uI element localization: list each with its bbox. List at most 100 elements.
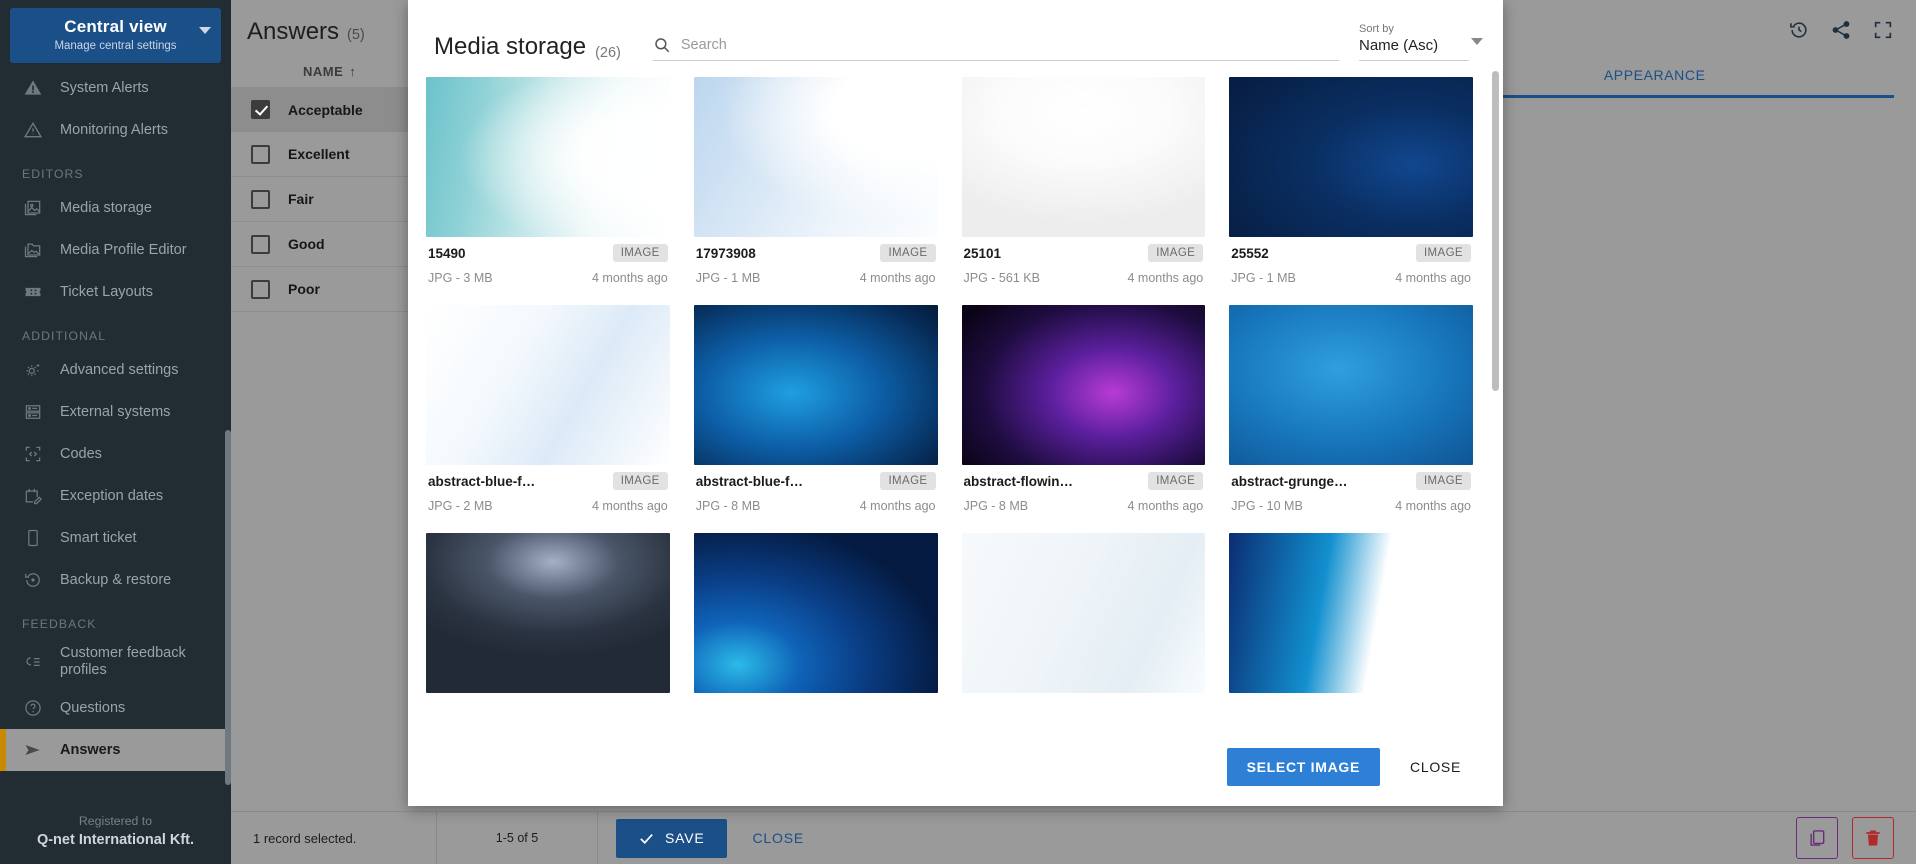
dialog-close-button[interactable]: CLOSE [1394,748,1477,786]
sidebar-item-label: Customer feedback profiles [60,645,186,678]
sidebar-item-questions[interactable]: Questions [0,687,231,729]
dialog-item-count: (26) [595,45,621,61]
save-button-label: SAVE [665,830,705,846]
sidebar-item-ticket-layouts[interactable]: Ticket Layouts [0,271,231,313]
sidebar-item-external-systems[interactable]: External systems [0,391,231,433]
sidebar-item-label: Exception dates [60,487,164,504]
sidebar-item-system-alerts[interactable]: System Alerts [0,67,231,109]
media-card[interactable]: 25101 IMAGE JPG - 561 KB 4 months ago [961,77,1206,285]
trash-icon [1866,830,1880,846]
media-type-badge: IMAGE [880,244,936,262]
image-stack-icon [22,197,44,219]
row-checkbox[interactable] [251,144,270,164]
row-label: Excellent [288,146,350,162]
media-card[interactable]: 17973908 IMAGE JPG - 1 MB 4 months ago [693,77,938,285]
table-row[interactable]: Fair [231,177,436,222]
media-card-meta: 25101 IMAGE JPG - 561 KB 4 months ago [962,237,1206,285]
row-checkbox[interactable] [251,100,270,119]
media-thumbnail [961,533,1206,693]
fullscreen-icon[interactable] [1872,19,1894,41]
table-row[interactable]: Poor [231,267,436,312]
mobile-icon [22,527,44,549]
sidebar-item-customer-feedback-profiles[interactable]: Customer feedback profiles [0,637,231,687]
sidebar-item-smart-ticket[interactable]: Smart ticket [0,517,231,559]
table-row[interactable]: Acceptable [231,87,436,132]
sidebar-item-label: Questions [60,699,126,716]
sidebar-item-label: Ticket Layouts [60,283,153,300]
media-type-badge: IMAGE [612,244,668,262]
select-image-button[interactable]: SELECT IMAGE [1226,748,1381,786]
media-card[interactable]: abstract-blue-f… IMAGE JPG - 8 MB 4 mont… [693,305,938,513]
media-card[interactable] [426,533,670,693]
share-icon[interactable] [1830,19,1852,41]
row-checkbox[interactable] [251,189,270,209]
row-checkbox[interactable] [251,234,270,254]
media-card-meta: abstract-blue-f… IMAGE JPG - 2 MB 4 mont… [426,465,670,513]
row-checkbox[interactable] [251,279,270,299]
sort-by-value: Name (Asc) [1359,37,1439,54]
media-card[interactable]: 25552 IMAGE JPG - 1 MB 4 months ago [1229,77,1473,285]
copy-button[interactable] [1796,817,1838,859]
media-grid-scrollbar[interactable] [1492,71,1499,391]
media-name: abstract-flowin… [963,473,1074,489]
media-thumbnail [693,77,938,237]
bottom-action-bar: 1 record selected. 1-5 of 5 SAVE CLOSE [231,811,1916,864]
media-card-meta: 15490 IMAGE JPG - 3 MB 4 months ago [426,237,670,285]
question-circle-icon [22,697,44,719]
media-size: JPG - 8 MB [695,499,761,513]
bottom-right-actions [1796,817,1916,859]
sidebar-item-monitoring-alerts[interactable]: Monitoring Alerts [0,109,231,151]
media-card[interactable]: abstract-blue-f… IMAGE JPG - 2 MB 4 mont… [426,305,670,513]
save-button[interactable]: SAVE [616,818,727,858]
registered-label: Registered to [78,814,153,828]
delete-button[interactable] [1852,817,1894,859]
search-input[interactable] [680,37,1339,53]
media-card[interactable]: abstract-flowin… IMAGE JPG - 8 MB 4 mont… [961,305,1206,513]
media-age: 4 months ago [859,271,936,285]
check-icon [640,833,653,844]
sort-by-select[interactable]: Sort by Name (Asc) [1359,22,1483,61]
media-size: JPG - 1 MB [695,271,761,285]
answers-header: Answers (5) [231,0,436,58]
sidebar-item-media-profile-editor[interactable]: Media Profile Editor [0,229,231,271]
sidebar-item-exception-dates[interactable]: Exception dates [0,475,231,517]
sidebar-item-codes[interactable]: Codes [0,433,231,475]
divider [597,811,598,864]
dialog-title: Media storage [434,33,587,60]
search-field[interactable] [652,36,1339,61]
central-view-selector[interactable]: Central view Manage central settings [10,8,221,63]
sidebar-item-backup-restore[interactable]: Backup & restore [0,559,231,601]
sidebar-scroll-area: Central view Manage central settings Sys… [0,0,231,801]
media-name: 25552 [1231,245,1269,261]
table-row[interactable]: Good [231,222,436,267]
media-age: 4 months ago [1127,271,1204,285]
sidebar-footer: Registered to Q-net International Kft. [0,801,231,864]
answers-count: (5) [347,27,365,43]
history-icon[interactable] [1788,19,1810,41]
media-thumbnail [1229,77,1473,237]
sidebar-item-media-storage[interactable]: Media storage [0,187,231,229]
media-card-meta: 25552 IMAGE JPG - 1 MB 4 months ago [1229,237,1473,285]
send-arrow-icon [22,739,44,761]
media-card[interactable] [693,533,938,693]
column-header-name[interactable]: NAME ↑ [231,58,436,87]
media-age: 4 months ago [859,499,936,513]
sidebar-item-answers[interactable]: Answers [0,729,231,771]
media-thumbnail [961,305,1206,465]
media-name: 25101 [963,245,1002,261]
media-card[interactable]: abstract-grunge… IMAGE JPG - 10 MB 4 mon… [1229,305,1473,513]
table-row[interactable]: Excellent [231,132,436,177]
media-age: 4 months ago [1395,271,1471,285]
close-button[interactable]: CLOSE [753,830,804,846]
media-size: JPG - 10 MB [1231,499,1303,513]
media-card[interactable] [1229,533,1473,693]
media-size: JPG - 8 MB [963,499,1029,513]
restore-clock-icon [22,569,44,591]
media-card[interactable] [961,533,1206,693]
media-card[interactable]: 15490 IMAGE JPG - 3 MB 4 months ago [426,77,670,285]
sidebar-item-label: Media Profile Editor [60,241,187,258]
media-type-badge: IMAGE [1415,472,1471,490]
chevron-down-icon [199,27,211,34]
calendar-edit-icon [22,485,44,507]
sidebar-item-advanced-settings[interactable]: Advanced settings [0,349,231,391]
